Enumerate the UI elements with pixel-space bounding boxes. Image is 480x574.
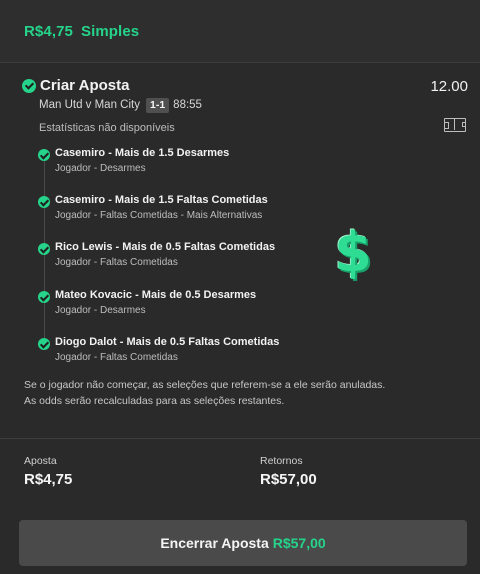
returns-value: R$57,00	[260, 471, 317, 488]
stake-label: Aposta	[24, 455, 57, 467]
check-circle-icon	[38, 243, 50, 255]
bet-header[interactable]: R$4,75 Simples	[0, 0, 480, 63]
dollar-sign-icon: $	[334, 221, 372, 284]
selection-title: Casemiro - Mais de 1.5 Faltas Cometidas	[55, 194, 268, 206]
check-circle-icon	[38, 196, 50, 208]
returns-label: Retornos	[260, 455, 303, 467]
selection-subtitle: Jogador - Faltas Cometidas - Mais Altern…	[55, 210, 263, 221]
cashout-label: Encerrar Aposta	[160, 535, 269, 551]
selection-title: Mateo Kovacic - Mais de 0.5 Desarmes	[55, 289, 257, 301]
check-circle-icon	[22, 79, 36, 93]
check-circle-icon	[38, 338, 50, 350]
odds-recalc-note: As odds serão recalculadas para as seleç…	[24, 395, 285, 407]
bet-title: Criar Aposta	[40, 77, 130, 94]
match-name: Man Utd v Man City	[39, 99, 140, 111]
cashout-amount: R$57,00	[272, 535, 326, 551]
void-rule-note: Se o jogador não começar, as seleções qu…	[24, 379, 386, 391]
selection-subtitle: Jogador - Desarmes	[55, 305, 146, 316]
selection-subtitle: Jogador - Faltas Cometidas	[55, 352, 178, 363]
check-circle-icon	[38, 149, 50, 161]
match-time: 88:55	[173, 99, 202, 111]
check-circle-icon	[38, 291, 50, 303]
match-score: 1-1	[145, 98, 170, 113]
selection-title: Diogo Dalot - Mais de 0.5 Faltas Cometid…	[55, 336, 280, 348]
selection-title: Rico Lewis - Mais de 0.5 Faltas Cometida…	[55, 241, 276, 253]
selection-subtitle: Jogador - Desarmes	[55, 163, 146, 174]
divider	[0, 438, 480, 439]
header-stake: R$4,75	[24, 23, 73, 40]
selection-title: Casemiro - Mais de 1.5 Desarmes	[55, 147, 230, 159]
selection-subtitle: Jogador - Faltas Cometidas	[55, 257, 178, 268]
stats-unavailable-text: Estatísticas não disponíveis	[39, 122, 175, 134]
match-info: Man Utd v Man City 1-1 88:55	[39, 96, 202, 114]
pitch-icon[interactable]	[444, 118, 466, 132]
stake-value: R$4,75	[24, 471, 73, 488]
header-bet-type: Simples	[80, 23, 140, 40]
bet-odds: 12.00	[430, 78, 468, 95]
bet-stake-title: R$4,75 Simples	[24, 23, 139, 40]
cashout-button[interactable]: Encerrar Aposta R$57,00	[19, 520, 467, 566]
